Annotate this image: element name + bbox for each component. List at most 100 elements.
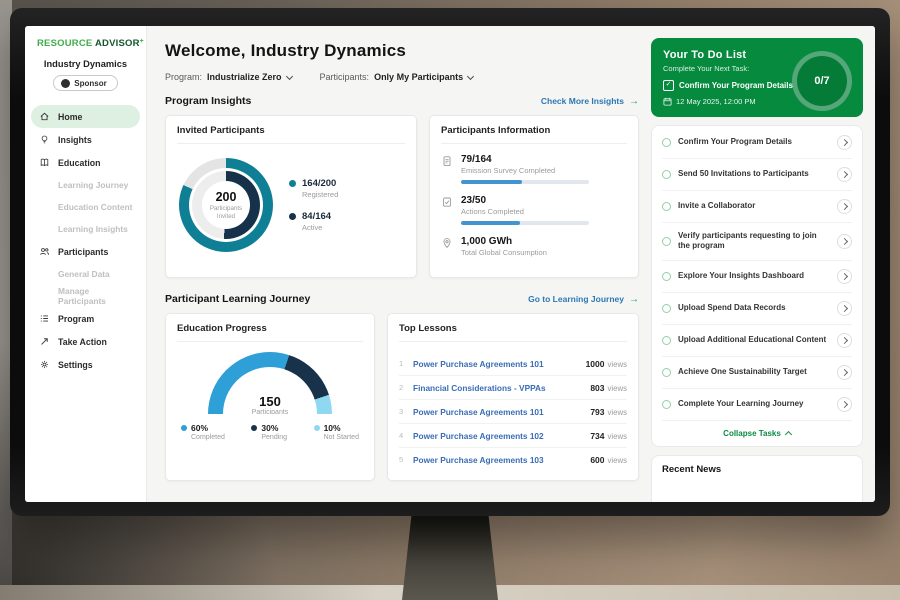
legend-item: 10%Not Started [314, 423, 359, 441]
task-open-button[interactable] [837, 301, 852, 316]
progress-bar-fill [461, 221, 520, 225]
nav-item-label: Program [58, 314, 94, 324]
task-checkbox[interactable] [662, 170, 671, 179]
book-icon [39, 157, 50, 168]
participants-filter[interactable]: Participants: Only My Participants [320, 72, 474, 82]
sidebar-item-manage-participants[interactable]: Manage Participants [25, 285, 146, 307]
lesson-row[interactable]: 2Financial Considerations - VPPAs803view… [399, 376, 627, 400]
metric-label: Emission Survey Completed [461, 166, 589, 175]
brand-advisor: ADVISOR [95, 38, 140, 49]
program-filter-value: Industrialize Zero [207, 72, 282, 82]
legend-dot-icon [289, 180, 296, 187]
collapse-tasks-button[interactable]: Collapse Tasks [662, 421, 852, 442]
chevron-right-icon [841, 139, 848, 146]
lesson-link[interactable]: Power Purchase Agreements 101 [413, 407, 583, 417]
program-filter[interactable]: Program: Industrialize Zero [165, 72, 292, 82]
nav-item-label: Participants [58, 247, 108, 257]
sidebar-item-education-content[interactable]: Education Content [25, 196, 146, 218]
task-checkbox[interactable] [662, 202, 671, 211]
task-open-button[interactable] [837, 269, 852, 284]
lesson-link[interactable]: Power Purchase Agreements 101 [413, 359, 579, 369]
top-lessons-card: Top Lessons 1Power Purchase Agreements 1… [387, 313, 639, 481]
nav-item-label: Settings [58, 360, 93, 370]
task-row[interactable]: Upload Spend Data Records [662, 293, 852, 325]
task-label: Invite a Collaborator [678, 201, 830, 211]
task-row[interactable]: Send 50 Invitations to Participants [662, 159, 852, 191]
lesson-link[interactable]: Financial Considerations - VPPAs [413, 383, 583, 393]
chevron-right-icon [841, 369, 848, 376]
participants-filter-label: Participants: [320, 72, 370, 82]
task-row[interactable]: Verify participants requesting to join t… [662, 223, 852, 261]
progress-bar-fill [461, 180, 522, 184]
lesson-row[interactable]: 4Power Purchase Agreements 102734views [399, 424, 627, 448]
legend-dot-icon [314, 425, 320, 431]
filter-bar: Program: Industrialize Zero Participants… [165, 72, 639, 82]
sidebar-item-participants[interactable]: Participants [25, 240, 146, 263]
lesson-rank: 4 [399, 431, 406, 440]
arrow-right-icon: → [629, 96, 639, 107]
sidebar-item-learning-journey[interactable]: Learning Journey [25, 174, 146, 196]
nav-item-label: Home [58, 112, 82, 122]
task-checkbox[interactable] [662, 336, 671, 345]
legend-item: 30%Pending [251, 423, 287, 441]
sidebar-item-take-action[interactable]: Take Action [25, 330, 146, 353]
bulb-icon [39, 134, 50, 145]
task-row[interactable]: Achieve One Sustainability Target [662, 357, 852, 389]
metric-value: 1,000 GWh [461, 236, 547, 247]
sponsor-badge[interactable]: Sponsor [53, 75, 117, 91]
task-row[interactable]: Upload Additional Educational Content [662, 325, 852, 357]
check-more-insights-link[interactable]: Check More Insights → [541, 96, 639, 107]
lesson-row[interactable]: 1Power Purchase Agreements 1011000views [399, 352, 627, 376]
gauge-center-label: Participants [208, 409, 332, 414]
lesson-link[interactable]: Power Purchase Agreements 102 [413, 431, 583, 441]
brand-plus: + [140, 38, 144, 45]
task-open-button[interactable] [837, 365, 852, 380]
lesson-views-suffix: views [608, 408, 628, 417]
education-gauge-chart: 150 Participants [208, 352, 332, 414]
task-checkbox[interactable] [662, 304, 671, 313]
sidebar-item-program[interactable]: Program [25, 307, 146, 330]
invited-participants-card: Invited Participants 200 Participants In… [165, 115, 417, 278]
task-label: Send 50 Invitations to Participants [678, 169, 830, 179]
survey-icon [441, 155, 453, 184]
card-title: Top Lessons [399, 323, 627, 342]
legend-label: Registered [302, 190, 338, 199]
brand-logo: RESOURCE ADVISOR+ [25, 38, 146, 49]
sidebar-item-home[interactable]: Home [31, 105, 140, 128]
participants-metrics: 79/164Emission Survey Completed23/50Acti… [441, 154, 627, 257]
task-open-button[interactable] [837, 135, 852, 150]
sidebar-item-general-data[interactable]: General Data [25, 263, 146, 285]
sidebar-item-insights[interactable]: Insights [25, 128, 146, 151]
task-checkbox[interactable] [662, 138, 671, 147]
task-checkbox[interactable] [662, 237, 671, 246]
legend-dot-icon [251, 425, 257, 431]
task-open-button[interactable] [837, 333, 852, 348]
task-open-button[interactable] [837, 167, 852, 182]
next-task[interactable]: ✓ Confirm Your Program Details [663, 80, 793, 91]
sidebar-item-learning-insights[interactable]: Learning Insights [25, 218, 146, 240]
task-row[interactable]: Explore Your Insights Dashboard [662, 261, 852, 293]
lesson-link[interactable]: Power Purchase Agreements 103 [413, 455, 583, 465]
task-row[interactable]: Complete Your Learning Journey [662, 389, 852, 421]
lesson-row[interactable]: 5Power Purchase Agreements 103600views [399, 448, 627, 471]
task-checkbox[interactable] [662, 272, 671, 281]
chevron-right-icon [841, 305, 848, 312]
task-label: Confirm Your Program Details [678, 137, 830, 147]
lesson-row[interactable]: 3Power Purchase Agreements 101793views [399, 400, 627, 424]
task-open-button[interactable] [837, 234, 852, 249]
task-open-button[interactable] [837, 397, 852, 412]
task-row[interactable]: Invite a Collaborator [662, 191, 852, 223]
next-task-label: Confirm Your Program Details [679, 81, 793, 90]
page-title: Welcome, Industry Dynamics [165, 41, 639, 61]
lesson-views-suffix: views [608, 456, 628, 465]
go-to-learning-journey-link[interactable]: Go to Learning Journey → [528, 294, 639, 305]
sidebar-item-settings[interactable]: Settings [25, 353, 146, 376]
task-checkbox[interactable] [662, 400, 671, 409]
lesson-views-value: 1000 [586, 359, 605, 369]
people-icon [39, 246, 50, 257]
sidebar-item-education[interactable]: Education [25, 151, 146, 174]
task-checkbox[interactable] [662, 368, 671, 377]
task-row[interactable]: Confirm Your Program Details [662, 127, 852, 159]
legend-item: 60%Completed [181, 423, 225, 441]
task-open-button[interactable] [837, 199, 852, 214]
